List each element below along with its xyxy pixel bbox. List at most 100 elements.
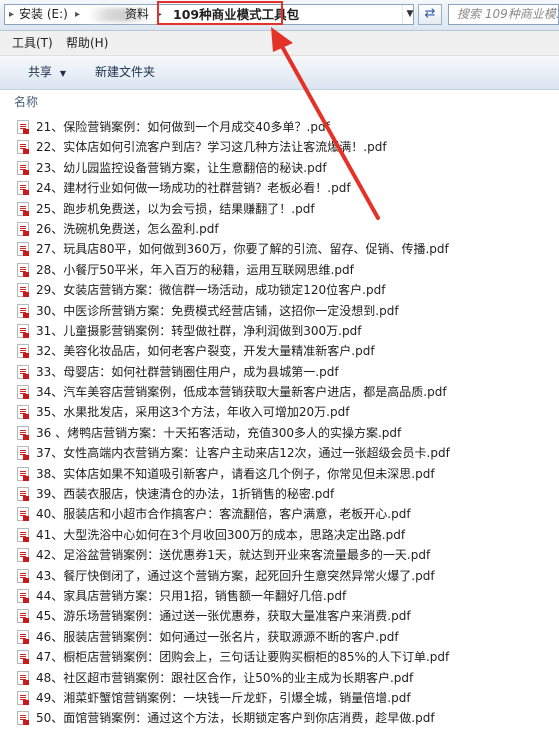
file-row[interactable]: 42、足浴盆营销案例：送优惠券1天，就达到开业来客流量最多的一天.pdf [0, 545, 559, 565]
file-row[interactable]: 41、大型洗浴中心如何在3个月收回300万的成本，思路决定出路.pdf [0, 525, 559, 545]
file-name: 24、建材行业如何做一场成功的社群营销？老板必看！.pdf [36, 181, 351, 196]
file-row[interactable]: 29、女装店营销方案：微信群一场活动，成功锁定120位客户.pdf [0, 280, 559, 300]
file-name: 25、跑步机免费送，以为会亏损，结果赚翻了！.pdf [36, 201, 315, 216]
file-name: 42、足浴盆营销案例：送优惠券1天，就达到开业来客流量最多的一天.pdf [36, 548, 431, 563]
pdf-file-icon [17, 221, 29, 236]
refresh-button[interactable]: ⇄ [418, 4, 442, 25]
file-row[interactable]: 25、跑步机免费送，以为会亏损，结果赚翻了！.pdf [0, 199, 559, 219]
pdf-file-icon [17, 323, 29, 338]
file-row[interactable]: 28、小餐厅50平米，年入百万的秘籍，运用互联网思维.pdf [0, 260, 559, 280]
pdf-file-icon [17, 609, 29, 624]
pdf-file-icon [17, 711, 29, 726]
file-name: 47、橱柜店营销案例：团购会上，三句话让要购买橱柜的85%的人下订单.pdf [36, 650, 450, 665]
file-row[interactable]: 32、美容化妆品店，如何老客户裂变，开发大量精准新客户.pdf [0, 341, 559, 361]
highlight-annotation [157, 1, 283, 25]
breadcrumb-separator-icon[interactable]: ▸ [75, 5, 80, 24]
file-row[interactable]: 44、家具店营销方案：只用1招，销售额一年翻好几倍.pdf [0, 586, 559, 606]
file-row[interactable]: 37、女性高端内衣营销方案：让客户主动来店12次，通过一张超级会员卡.pdf [0, 443, 559, 463]
column-header-name[interactable]: 名称 [14, 93, 38, 110]
pdf-file-icon [17, 242, 29, 257]
file-row[interactable]: 21、保险营销案例：如何做到一个月成交40多单？.pdf [0, 117, 559, 137]
file-name: 38、实体店如果不知道吸引新客户，请看这几个例子，你常见但未深思.pdf [36, 466, 435, 481]
file-name: 37、女性高端内衣营销方案：让客户主动来店12次，通过一张超级会员卡.pdf [36, 446, 450, 461]
file-row[interactable]: 23、幼儿园监控设备营销方案，让生意翻倍的秘诀.pdf [0, 158, 559, 178]
file-row[interactable]: 48、社区超市营销案例：跟社区合作，让50%的业主成为长期客户.pdf [0, 668, 559, 688]
pdf-file-icon [17, 446, 29, 461]
pdf-file-icon [17, 160, 29, 175]
file-row[interactable]: 39、西装衣服店，快速清仓的办法，1折销售的秘密.pdf [0, 484, 559, 504]
pdf-file-icon [17, 548, 29, 563]
file-name: 40、服装店和小超市合作搞客户：客流翻倍，客户满意，老板开心.pdf [36, 507, 411, 522]
pdf-file-icon [17, 487, 29, 502]
file-row[interactable]: 35、水果批发店，采用这3个方法，年收入可增加20万.pdf [0, 402, 559, 422]
file-row[interactable]: 45、游乐场营销案例：通过送一张优惠券，获取大量准客户来消费.pdf [0, 606, 559, 626]
file-row[interactable]: 38、实体店如果不知道吸引新客户，请看这几个例子，你常见但未深思.pdf [0, 464, 559, 484]
pdf-file-icon [17, 405, 29, 420]
pdf-file-icon [17, 344, 29, 359]
search-input[interactable]: 搜索 109种商业模... [448, 4, 559, 25]
breadcrumb-separator-icon[interactable]: ▸ [9, 5, 14, 24]
file-name: 33、母婴店：如何社群营销圈住用户，成为县城第一.pdf [36, 364, 339, 379]
file-name: 21、保险营销案例：如何做到一个月成交40多单？.pdf [36, 120, 330, 134]
breadcrumb-folder[interactable]: 资料 [125, 5, 149, 24]
pdf-file-icon [17, 283, 29, 298]
file-row[interactable]: 30、中医诊所营销方案：免费模式经营店铺，这招你一定没想到.pdf [0, 301, 559, 321]
refresh-icon: ⇄ [424, 6, 436, 21]
pdf-file-icon [17, 629, 29, 644]
file-row[interactable]: 26、洗碗机免费送，怎么盈利.pdf [0, 219, 559, 239]
file-name: 26、洗碗机免费送，怎么盈利.pdf [36, 221, 219, 236]
file-name: 22、实体店如何引流客户到店？学习这几种方法让客流爆满！.pdf [36, 140, 387, 155]
file-row[interactable]: 33、母婴店：如何社群营销圈住用户，成为县城第一.pdf [0, 362, 559, 382]
file-name: 49、湘菜虾蟹馆营销案例：一块钱一斤龙虾，引爆全城，销量倍增.pdf [36, 690, 411, 705]
file-row[interactable]: 22、实体店如何引流客户到店？学习这几种方法让客流爆满！.pdf [0, 137, 559, 157]
address-dropdown-icon[interactable]: ▼ [402, 5, 417, 24]
chevron-down-icon: ▼ [59, 69, 66, 78]
file-row[interactable]: 46、服装店营销案例：如何通过一张名片，获取源源不断的客户.pdf [0, 627, 559, 647]
pdf-file-icon [17, 527, 29, 542]
file-row[interactable]: 27、玩具店80平，如何做到360万，你要了解的引流、留存、促销、传播.pdf [0, 239, 559, 259]
pdf-file-icon [17, 201, 29, 216]
file-row[interactable]: 34、汽车美容店营销案例，低成本营销获取大量新客户进店，都是高品质.pdf [0, 382, 559, 402]
pdf-file-icon [17, 181, 29, 196]
file-name: 32、美容化妆品店，如何老客户裂变，开发大量精准新客户.pdf [36, 344, 375, 359]
file-list: 21、保险营销案例：如何做到一个月成交40多单？.pdf 22、实体店如何引流客户… [0, 117, 559, 729]
share-button[interactable]: 共享 ▼ [28, 56, 66, 90]
file-name: 41、大型洗浴中心如何在3个月收回300万的成本，思路决定出路.pdf [36, 527, 406, 542]
file-name: 30、中医诊所营销方案：免费模式经营店铺，这招你一定没想到.pdf [36, 303, 399, 318]
file-name: 35、水果批发店，采用这3个方法，年收入可增加20万.pdf [36, 405, 350, 420]
file-name: 27、玩具店80平，如何做到360万，你要了解的引流、留存、促销、传播.pdf [36, 242, 449, 257]
new-folder-button[interactable]: 新建文件夹 [95, 56, 155, 89]
menu-bar: 工具(T) 帮助(H) [0, 31, 559, 56]
address-row: ▸ 安装 (E:) ▸ 资料 ▸ 109种商业模式工具包 ▼ ⇄ 搜索 109种… [0, 0, 559, 31]
toolbar: 共享 ▼ 新建文件夹 [0, 56, 559, 90]
pdf-file-icon [17, 385, 29, 400]
file-name: 29、女装店营销方案：微信群一场活动，成功锁定120位客户.pdf [36, 283, 386, 298]
menu-help[interactable]: 帮助(H) [66, 31, 108, 55]
pdf-file-icon [17, 425, 29, 440]
file-name: 34、汽车美容店营销案例，低成本营销获取大量新客户进店，都是高品质.pdf [36, 385, 447, 400]
pdf-file-icon [17, 120, 29, 134]
file-name: 28、小餐厅50平米，年入百万的秘籍，运用互联网思维.pdf [36, 262, 354, 277]
file-name: 23、幼儿园监控设备营销方案，让生意翻倍的秘诀.pdf [36, 160, 327, 175]
pdf-file-icon [17, 568, 29, 583]
breadcrumb-drive[interactable]: 安装 (E:) [19, 5, 68, 24]
file-row[interactable]: 43、餐厅快倒闭了，通过这个营销方案，起死回升生意突然异常火爆了.pdf [0, 566, 559, 586]
file-row[interactable]: 24、建材行业如何做一场成功的社群营销？老板必看！.pdf [0, 178, 559, 198]
file-name: 31、儿童摄影营销案例：转型做社群，净利润做到300万.pdf [36, 323, 362, 338]
file-row[interactable]: 31、儿童摄影营销案例：转型做社群，净利润做到300万.pdf [0, 321, 559, 341]
file-row[interactable]: 49、湘菜虾蟹馆营销案例：一块钱一斤龙虾，引爆全城，销量倍增.pdf [0, 688, 559, 708]
menu-tools[interactable]: 工具(T) [12, 31, 53, 55]
file-name: 50、面馆营销案例：通过这个方法，长期锁定客户到你店消费，趁早做.pdf [36, 711, 435, 726]
pdf-file-icon [17, 670, 29, 685]
pdf-file-icon [17, 588, 29, 603]
file-row[interactable]: 47、橱柜店营销案例：团购会上，三句话让要购买橱柜的85%的人下订单.pdf [0, 647, 559, 667]
file-name: 46、服装店营销案例：如何通过一张名片，获取源源不断的客户.pdf [36, 629, 399, 644]
file-row[interactable]: 36 、烤鸭店营销方案：十天拓客活动，充值300多人的实操方案.pdf [0, 423, 559, 443]
pdf-file-icon [17, 690, 29, 705]
file-row[interactable]: 40、服装店和小超市合作搞客户：客流翻倍，客户满意，老板开心.pdf [0, 504, 559, 524]
file-name: 44、家具店营销方案：只用1招，销售额一年翻好几倍.pdf [36, 588, 347, 603]
pdf-file-icon [17, 262, 29, 277]
pdf-file-icon [17, 364, 29, 379]
pdf-file-icon [17, 466, 29, 481]
file-row[interactable]: 50、面馆营销案例：通过这个方法，长期锁定客户到你店消费，趁早做.pdf [0, 708, 559, 728]
